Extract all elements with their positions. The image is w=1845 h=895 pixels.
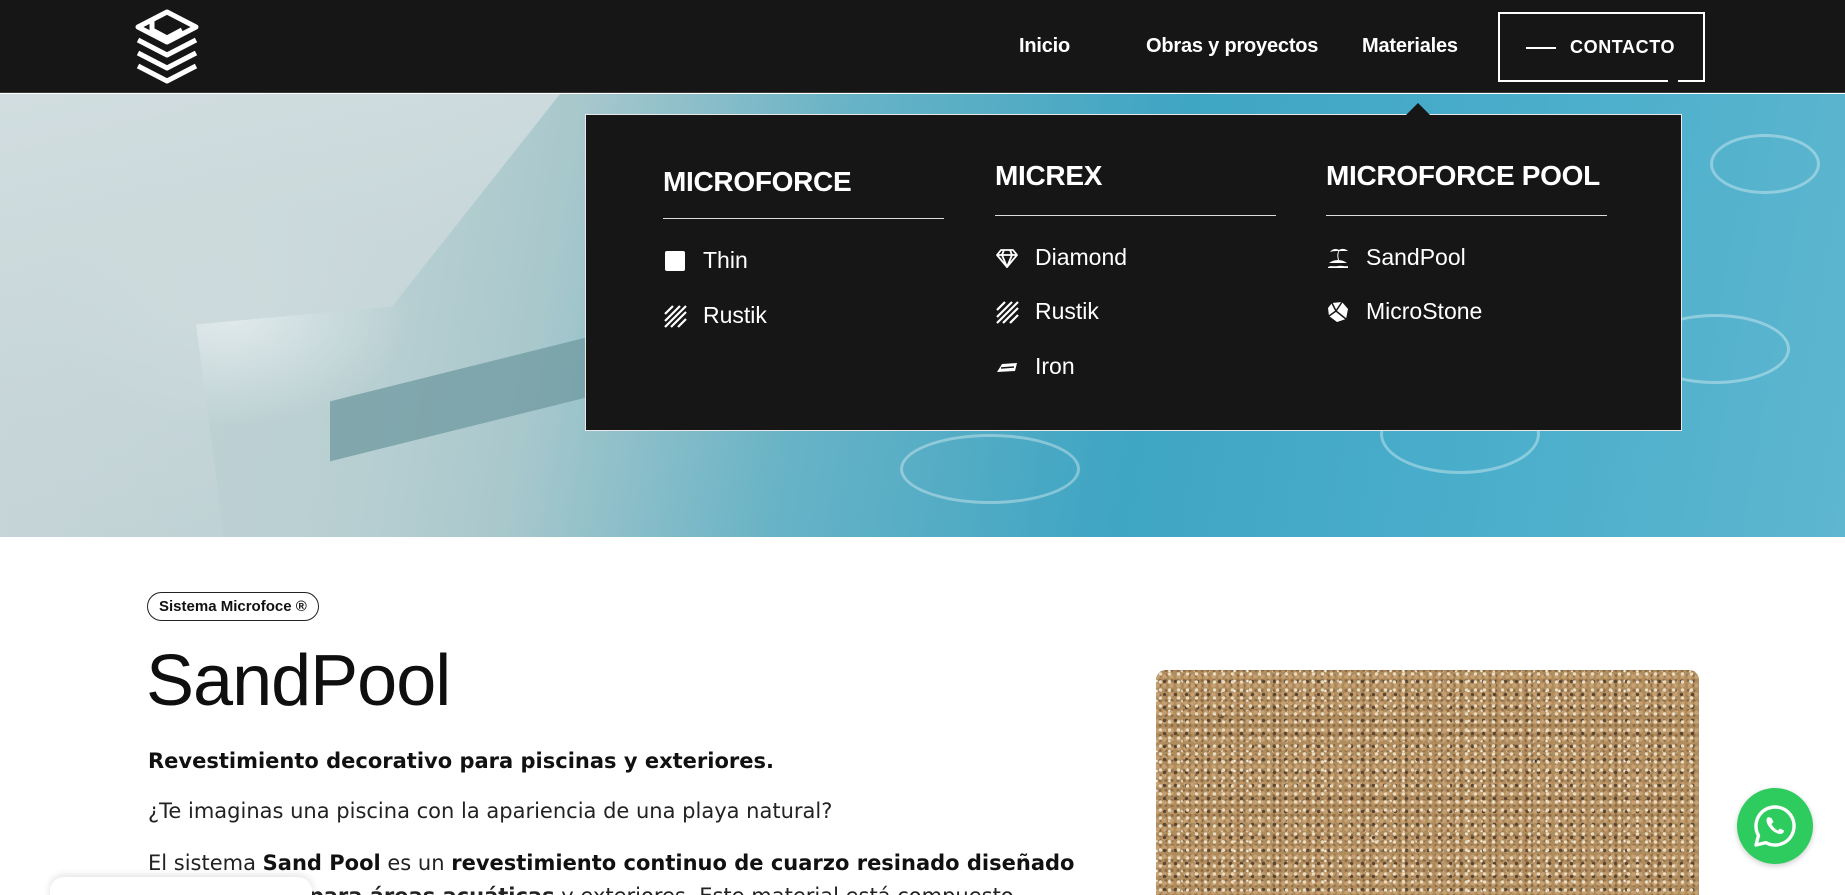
column-title-microforce-pool: MICROFORCE POOL <box>1326 160 1600 191</box>
menu-item-label: Iron <box>1035 353 1075 379</box>
text-span: El sistema <box>148 851 263 875</box>
stone-icon <box>1328 301 1348 322</box>
menu-item-thin[interactable]: Thin <box>663 247 748 274</box>
nav-obras-y-proyectos[interactable]: Obras y proyectos <box>1146 35 1318 58</box>
text-span: es un <box>380 851 452 875</box>
menu-item-label: Diamond <box>1035 244 1128 270</box>
nav-materiales[interactable]: Materiales <box>1362 35 1458 58</box>
dash-icon <box>1526 47 1556 49</box>
whatsapp-button[interactable] <box>1737 788 1813 864</box>
text-span-bold: revestimiento continuo de cuarzo resinad… <box>451 851 1075 875</box>
water-caustic <box>1710 134 1820 194</box>
page-title: SandPool <box>146 641 451 721</box>
water-caustic <box>900 434 1080 504</box>
column-title-micrex: MICREX <box>995 160 1103 191</box>
column-title-microforce: MICROFORCE <box>663 166 852 197</box>
menu-item-diamond[interactable]: Diamond <box>995 244 1127 271</box>
page-subtitle: Revestimiento decorativo para piscinas y… <box>148 749 774 773</box>
materiales-dropdown: MICROFORCE Thin Rustik MICREX Diamond Ru… <box>585 103 1682 431</box>
description-paragraph: El sistema Sand Pool es un revestimiento… <box>148 851 1074 875</box>
divider <box>1326 215 1607 216</box>
hatch-icon <box>996 300 1019 324</box>
menu-item-label: Rustik <box>1035 298 1099 324</box>
pool-edge <box>0 94 560 537</box>
whatsapp-icon <box>1754 805 1796 847</box>
island-icon <box>1328 248 1348 268</box>
divider <box>663 218 944 219</box>
contact-button-label: CONTACTO <box>1570 37 1676 57</box>
menu-item-rustik[interactable]: Rustik <box>995 298 1099 325</box>
site-header: Inicio Obras y proyectos Materiales CONT… <box>0 0 1845 93</box>
system-badge: Sistema Microfoce ® <box>147 592 319 621</box>
square-icon <box>665 250 685 271</box>
intro-question: ¿Te imaginas una piscina con la aparienc… <box>148 799 833 823</box>
menu-item-microstone[interactable]: MicroStone <box>1326 298 1482 325</box>
menu-item-label: SandPool <box>1366 244 1466 270</box>
text-span: y exteriores. Este material está compues… <box>555 884 1013 895</box>
contact-button[interactable]: CONTACTO <box>1498 12 1705 82</box>
text-span-bold: para áreas acuáticas <box>309 884 555 895</box>
cookie-consent-tab[interactable] <box>50 877 312 895</box>
nav-inicio[interactable]: Inicio <box>1019 35 1070 58</box>
button-notch <box>1668 78 1678 82</box>
sand-texture-image <box>1156 670 1699 895</box>
menu-item-label: Thin <box>703 247 748 273</box>
menu-item-iron[interactable]: Iron <box>995 353 1075 380</box>
iron-icon <box>997 362 1017 372</box>
hatch-icon <box>664 304 687 328</box>
menu-item-label: Rustik <box>703 302 767 328</box>
divider <box>995 215 1276 216</box>
logo-icon[interactable] <box>130 8 204 84</box>
menu-item-rustik[interactable]: Rustik <box>663 302 767 329</box>
text-span-bold: Sand Pool <box>262 851 381 875</box>
menu-item-label: MicroStone <box>1366 298 1483 324</box>
diamond-icon <box>996 248 1018 268</box>
dropdown-arrow <box>1406 103 1430 115</box>
menu-item-sandpool[interactable]: SandPool <box>1326 244 1466 271</box>
